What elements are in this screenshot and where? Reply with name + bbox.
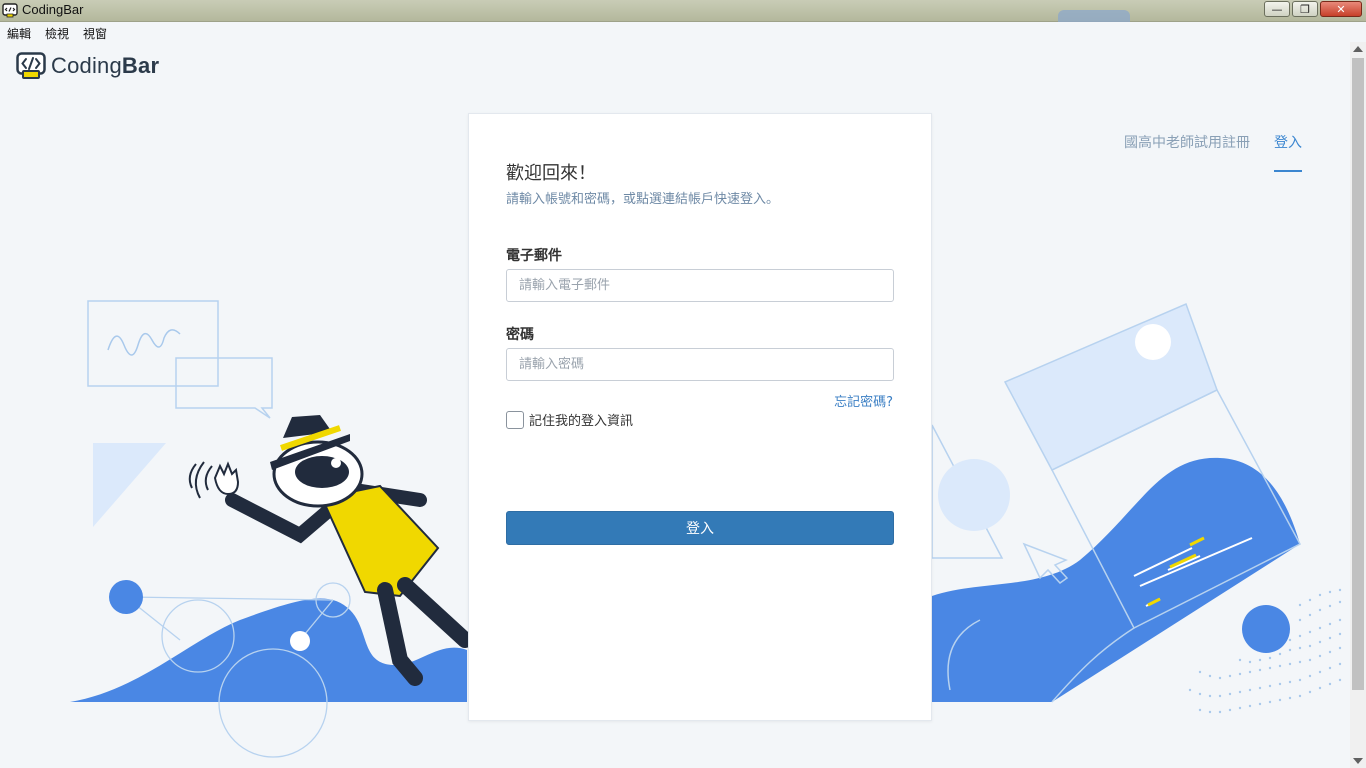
scroll-up-icon[interactable] (1353, 46, 1363, 52)
left-wave-shape (70, 598, 467, 702)
logo-text-bold: Bar (121, 53, 160, 78)
email-field[interactable] (506, 269, 894, 302)
nav-login-link[interactable]: 登入 (1274, 132, 1302, 172)
login-card: 歡迎回來！ 請輸入帳號和密碼，或點選連結帳戶快速登入。 電子郵件 密碼 忘記密碼… (468, 113, 932, 721)
welcome-heading: 歡迎回來！ (506, 163, 596, 184)
speech-bubble-graphic (87, 300, 273, 419)
logo-text: CodingBar (51, 53, 159, 79)
login-subtitle: 請輸入帳號和密碼，或點選連結帳戶快速登入。 (506, 192, 780, 207)
scroll-down-icon[interactable] (1353, 758, 1363, 764)
password-field[interactable] (506, 348, 894, 381)
scrollbar-thumb[interactable] (1352, 58, 1364, 690)
right-light-circle (938, 459, 1010, 531)
remember-me-checkbox[interactable] (506, 410, 524, 429)
right-blue-dot (1242, 605, 1290, 653)
codingbar-logo[interactable]: CodingBar (16, 52, 159, 80)
triangle-shape (93, 443, 166, 527)
password-label: 密碼 (506, 327, 534, 343)
logo-text-light: Coding (51, 53, 122, 78)
remember-me-row[interactable]: 記住我的登入資訊 (506, 410, 633, 429)
code-brackets-icon (16, 52, 46, 79)
vertical-scrollbar[interactable] (1350, 42, 1366, 768)
blue-dot (109, 580, 143, 614)
remember-me-label: 記住我的登入資訊 (529, 414, 634, 429)
email-label: 電子郵件 (506, 248, 562, 264)
forgot-password-link[interactable]: 忘記密碼? (834, 391, 893, 410)
white-dot (290, 631, 310, 651)
top-nav: 國高中老師試用註冊 登入 (1124, 132, 1302, 172)
teacher-register-link[interactable]: 國高中老師試用註冊 (1124, 132, 1250, 172)
login-button[interactable]: 登入 (506, 511, 894, 545)
